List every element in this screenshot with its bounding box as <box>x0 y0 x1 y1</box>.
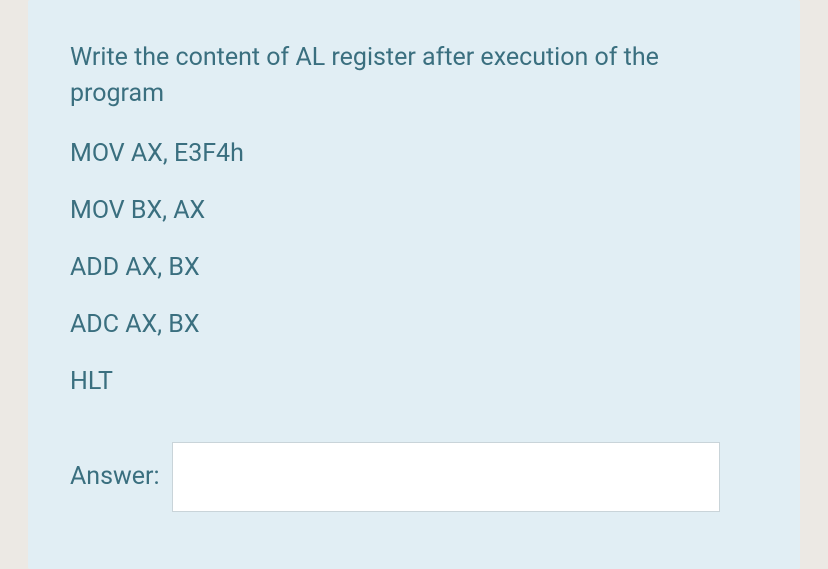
answer-input[interactable] <box>172 442 720 512</box>
code-line: ADC AX, BX <box>70 312 758 337</box>
answer-label: Answer: <box>70 462 160 491</box>
question-prompt: Write the content of AL register after e… <box>70 40 758 113</box>
code-line: MOV BX, AX <box>70 198 758 223</box>
code-line: HLT <box>70 369 758 394</box>
code-line: MOV AX, E3F4h <box>70 141 758 166</box>
answer-row: Answer: <box>70 442 758 512</box>
question-card: Write the content of AL register after e… <box>28 0 800 569</box>
code-line: ADD AX, BX <box>70 255 758 280</box>
